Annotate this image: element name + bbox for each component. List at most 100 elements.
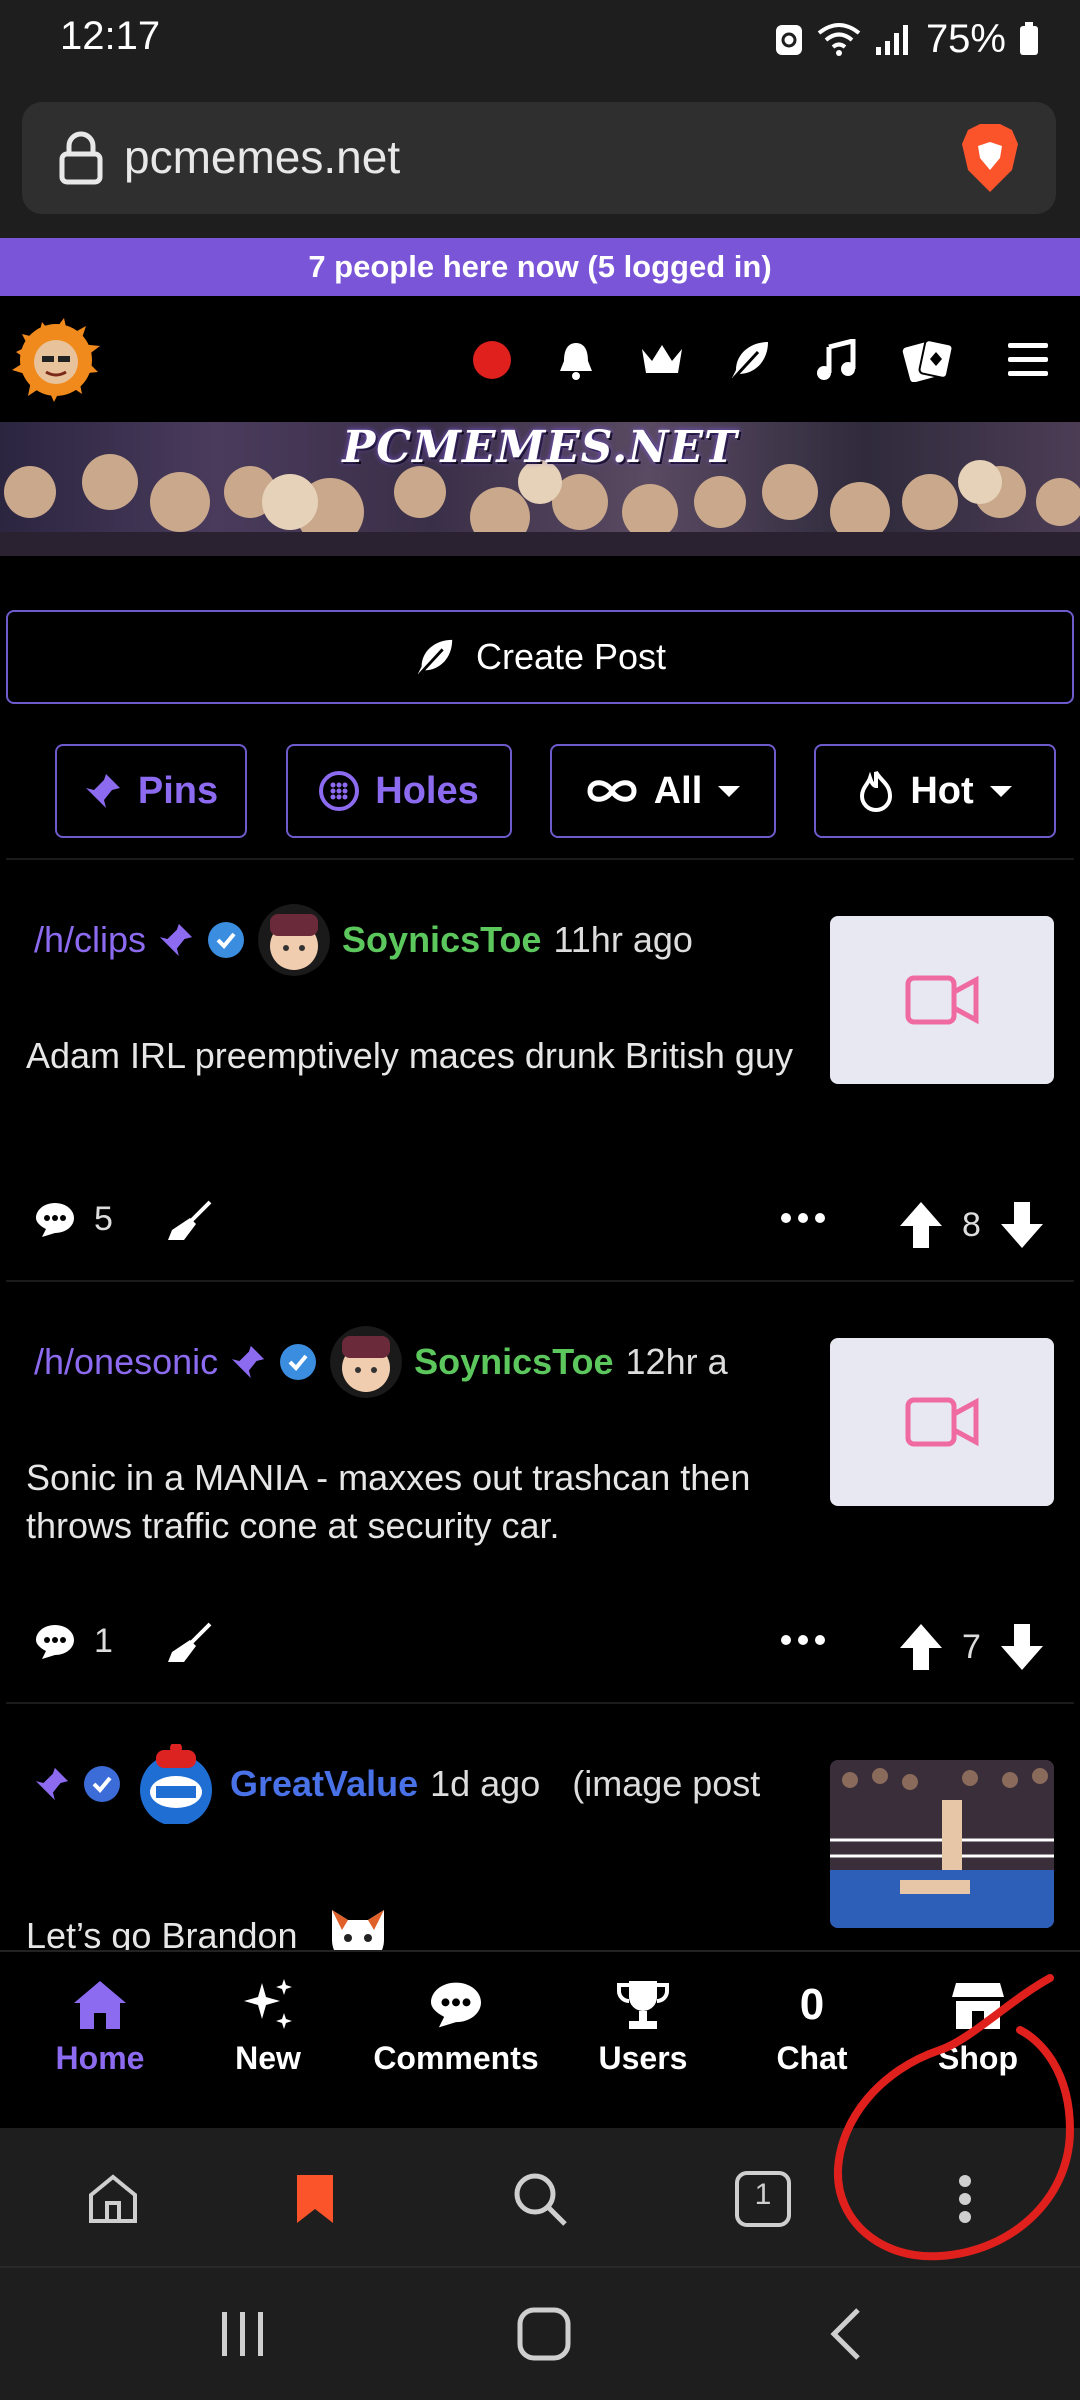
create-post-label: Create Post (475, 636, 667, 677)
feed-filters: Pins Holes All Hot (0, 744, 1080, 838)
user-avatar[interactable] (330, 1326, 403, 1398)
battery-percent: 75% (925, 16, 1006, 61)
music-icon[interactable] (810, 334, 862, 386)
clock: 12:17 (60, 14, 161, 58)
sync-icon (775, 25, 802, 55)
user-avatar[interactable] (134, 1744, 218, 1824)
upvote-arrow-icon[interactable] (898, 1622, 944, 1672)
nav-new[interactable]: New (178, 1970, 358, 2077)
broom-icon (168, 1622, 212, 1662)
comments-link[interactable]: 1 (34, 1622, 113, 1661)
post-actions: 1 7 (6, 1612, 1074, 1682)
pins-filter-button[interactable]: Pins (55, 744, 247, 838)
create-post-button[interactable]: Create Post (6, 610, 1074, 704)
post-age: 1d ago (430, 1763, 541, 1804)
hole-link[interactable]: /h/clips (34, 919, 146, 961)
site-logo[interactable] (8, 312, 104, 408)
video-thumbnail[interactable] (830, 1338, 1054, 1506)
tabs-button[interactable]: 1 (728, 2164, 798, 2234)
url-text: pcmemes.net (124, 131, 401, 183)
wifi-icon (817, 23, 861, 56)
chat-count: 0 (799, 1980, 825, 2029)
hamburger-menu-icon[interactable] (1002, 334, 1054, 386)
cat-emoji-icon (331, 1910, 384, 1950)
holes-filter-button[interactable]: Holes (286, 744, 512, 838)
post-title[interactable]: Let’s go Brandon (26, 1912, 298, 1950)
bell-icon[interactable] (550, 334, 602, 386)
site-banner: PCMEMES.NET (0, 422, 1080, 556)
chevron-down-icon (718, 785, 741, 797)
casino-cards-icon[interactable] (902, 334, 954, 386)
more-options-button[interactable] (780, 1634, 826, 1646)
more-horizontal-icon (781, 1635, 825, 1645)
post-actions: 5 8 (6, 1190, 1074, 1260)
more-options-button[interactable] (780, 1212, 826, 1224)
post-title-row: Let’s go Brandon (26, 1900, 816, 1950)
vote-controls: 8 (898, 1200, 1045, 1250)
battery-icon (1020, 22, 1038, 55)
post-card[interactable]: /h/onesonic SoynicsToe 12hr a Sonic in a… (6, 1280, 1074, 1702)
nav-users[interactable]: Users (553, 1970, 733, 2077)
downvote-arrow-icon[interactable] (999, 1622, 1045, 1672)
store-icon (952, 1983, 1004, 2029)
crown-icon[interactable] (636, 334, 688, 386)
sort-filter-dropdown[interactable]: Hot (814, 744, 1056, 838)
image-thumbnail[interactable] (830, 1760, 1054, 1928)
verified-badge-icon (84, 1766, 120, 1802)
post-card[interactable]: /h/clips SoynicsToe 11hr ago Adam IRL pr… (6, 858, 1074, 1280)
pin-icon (232, 1345, 265, 1379)
back-nav-icon[interactable] (826, 2306, 866, 2362)
brave-shield-icon[interactable] (958, 122, 1022, 194)
signal-icon (875, 25, 908, 55)
upvote-arrow-icon[interactable] (898, 1200, 944, 1250)
feather-icon[interactable] (724, 334, 776, 386)
nav-comments[interactable]: Comments (366, 1970, 546, 2077)
home-nav-icon[interactable] (516, 2306, 572, 2362)
home-icon (74, 1981, 126, 2029)
comments-link[interactable]: 5 (34, 1200, 113, 1239)
pin-icon (35, 1767, 69, 1801)
username[interactable]: GreatValue (230, 1763, 418, 1805)
infinity-icon (587, 780, 637, 802)
broom-button[interactable] (164, 1622, 214, 1666)
broom-button[interactable] (164, 1200, 214, 1244)
score: 7 (962, 1627, 981, 1666)
post-card[interactable]: GreatValue 1d ago (image post Let’s go B… (6, 1702, 1074, 1950)
sparkles-icon (244, 1979, 292, 2029)
time-filter-dropdown[interactable]: All (550, 744, 776, 838)
nav-home[interactable]: Home (10, 1970, 190, 2077)
browser-toolbar: 1 (0, 2128, 1080, 2266)
post-title[interactable]: Adam IRL preemptively maces drunk Britis… (26, 1032, 816, 1080)
video-thumbnail[interactable] (830, 916, 1054, 1084)
score: 8 (962, 1205, 981, 1244)
nav-chat[interactable]: 0 Chat (722, 1970, 902, 2077)
user-avatar[interactable] (258, 904, 331, 976)
username[interactable]: SoynicsToe (414, 1341, 613, 1383)
more-horizontal-icon (781, 1213, 825, 1223)
online-count-banner: 7 people here now (5 logged in) (0, 238, 1080, 296)
status-bar: 12:17 75% (0, 0, 1080, 80)
bookmarks-button[interactable] (280, 2164, 350, 2234)
search-icon (514, 2173, 567, 2226)
verified-badge-icon (208, 922, 245, 958)
tab-count: 1 (754, 2178, 772, 2211)
url-field[interactable]: pcmemes.net (22, 102, 1056, 214)
post-title[interactable]: Sonic in a MANIA - maxxes out trashcan t… (26, 1454, 816, 1550)
nav-shop[interactable]: Shop (888, 1970, 1068, 2077)
search-button[interactable] (505, 2164, 575, 2234)
browser-home-button[interactable] (78, 2164, 148, 2234)
comment-count: 1 (94, 1622, 113, 1660)
browser-menu-button[interactable] (930, 2164, 1000, 2234)
video-camera-icon (905, 1397, 979, 1447)
username[interactable]: SoynicsToe (342, 919, 541, 961)
post-age: 12hr a (625, 1341, 728, 1382)
hole-link[interactable]: /h/onesonic (34, 1341, 218, 1383)
banner-title: PCMEMES.NET (342, 422, 738, 473)
comment-icon (36, 1202, 74, 1237)
fire-icon (860, 770, 893, 812)
boxing-ring-image (830, 1760, 1054, 1928)
broom-icon (168, 1200, 212, 1240)
downvote-arrow-icon[interactable] (999, 1200, 1045, 1250)
recent-apps-icon[interactable] (218, 2308, 268, 2360)
live-record-icon[interactable] (466, 334, 518, 386)
